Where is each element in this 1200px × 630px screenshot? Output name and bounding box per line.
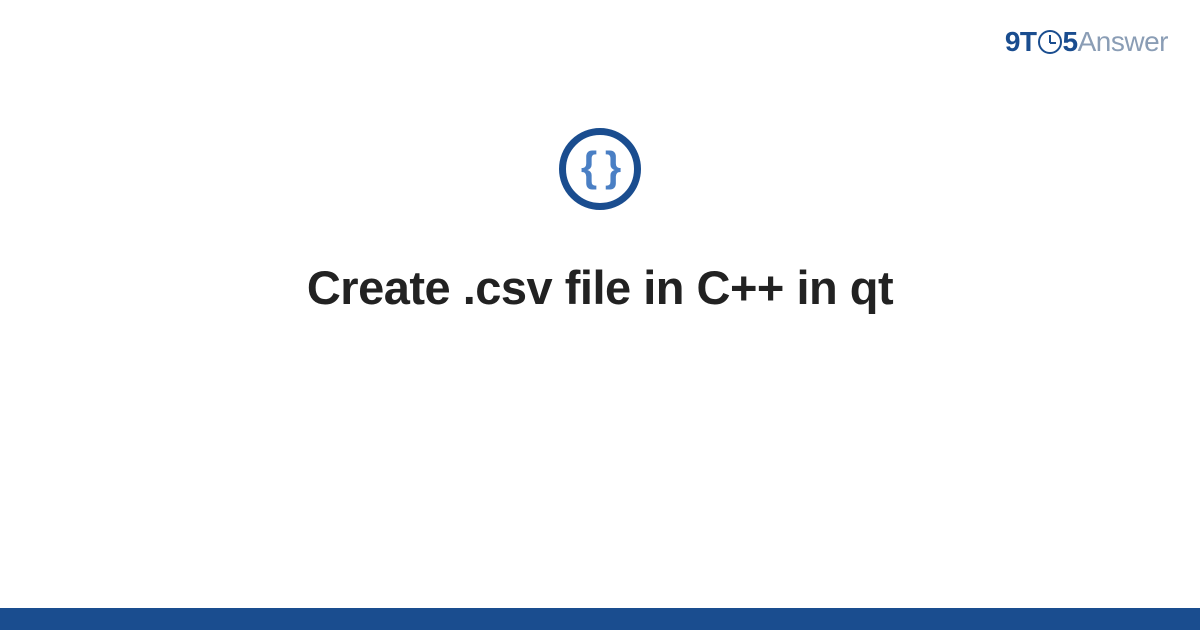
page-title: Create .csv file in C++ in qt [307,260,893,315]
footer-accent-bar [0,608,1200,630]
clock-icon [1038,30,1062,54]
logo-text-5: 5 [1063,26,1078,57]
logo-text-9t: 9T [1005,26,1037,57]
code-braces-icon: { } [581,146,619,188]
site-logo[interactable]: 9T 5Answer [1005,26,1168,58]
main-content: { } Create .csv file in C++ in qt [0,128,1200,315]
logo-text-answer: Answer [1078,26,1168,57]
category-icon: { } [559,128,641,210]
